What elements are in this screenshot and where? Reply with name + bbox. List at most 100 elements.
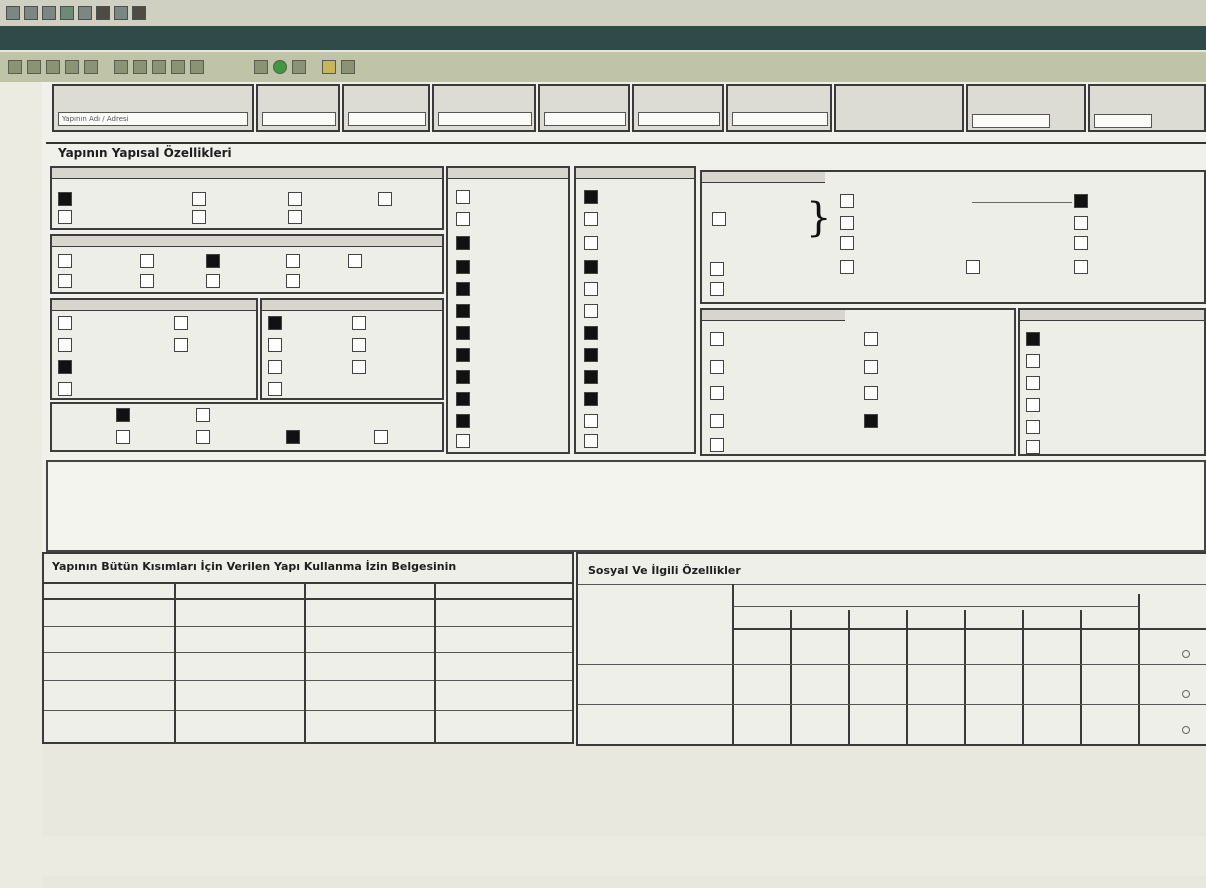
checkbox-7-1[interactable]: [584, 190, 598, 204]
header-value-field-1[interactable]: [262, 112, 336, 126]
checkbox-10-5[interactable]: [1026, 420, 1040, 434]
checkbox-2-2[interactable]: [58, 274, 72, 288]
checkbox-8-1[interactable]: [712, 212, 726, 226]
previous-record-icon[interactable]: [27, 60, 41, 74]
last-record-icon[interactable]: [65, 60, 79, 74]
checkbox-1-4[interactable]: [192, 210, 206, 224]
checkbox-8-6[interactable]: [1074, 216, 1088, 230]
checkbox-7-4[interactable]: [584, 260, 598, 274]
search-icon[interactable]: [322, 60, 336, 74]
checkbox-4-7[interactable]: [352, 360, 366, 374]
checkbox-6-1[interactable]: [456, 190, 470, 204]
exit-icon[interactable]: [132, 6, 146, 20]
checkbox-8-12[interactable]: [1074, 260, 1088, 274]
checkbox-2-4[interactable]: [140, 274, 154, 288]
checkbox-4-4[interactable]: [268, 382, 282, 396]
checkbox-9-3[interactable]: [710, 386, 724, 400]
checkbox-8-3[interactable]: [840, 216, 854, 230]
checkbox-8-7[interactable]: [1074, 236, 1088, 250]
header-value-field-4[interactable]: [544, 112, 626, 126]
checkbox-9-7[interactable]: [864, 360, 878, 374]
checkbox-5-2[interactable]: [116, 430, 130, 444]
checkbox-7-6[interactable]: [584, 304, 598, 318]
checkbox-7-11[interactable]: [584, 414, 598, 428]
checkbox-10-2[interactable]: [1026, 354, 1040, 368]
checkbox-8-4[interactable]: [840, 236, 854, 250]
new-icon[interactable]: [6, 6, 20, 20]
checkbox-4-3[interactable]: [268, 360, 282, 374]
checkbox-6-4[interactable]: [456, 260, 470, 274]
print-icon[interactable]: [60, 6, 74, 20]
checkbox-3-3[interactable]: [58, 360, 72, 374]
checkbox-9-8[interactable]: [864, 386, 878, 400]
info-icon[interactable]: [292, 60, 306, 74]
header-value-field-7[interactable]: [972, 114, 1050, 128]
checkbox-7-10[interactable]: [584, 392, 598, 406]
header-value-field-6[interactable]: [732, 112, 828, 126]
checkbox-4-2[interactable]: [268, 338, 282, 352]
delete-record-icon[interactable]: [114, 60, 128, 74]
checkbox-2-6[interactable]: [206, 274, 220, 288]
radio-row-3[interactable]: [1182, 726, 1190, 734]
checkbox-10-1[interactable]: [1026, 332, 1040, 346]
building-name-field[interactable]: Yapının Adı / Adresi: [58, 112, 248, 126]
checkbox-7-3[interactable]: [584, 236, 598, 250]
checkbox-8-9[interactable]: [710, 282, 724, 296]
checkbox-1-3[interactable]: [192, 192, 206, 206]
refresh-icon[interactable]: [273, 60, 287, 74]
checkbox-9-5[interactable]: [710, 438, 724, 452]
redo-icon[interactable]: [171, 60, 185, 74]
header-value-field-8[interactable]: [1094, 114, 1152, 128]
checkbox-8-10[interactable]: [840, 260, 854, 274]
checkbox-3-6[interactable]: [174, 338, 188, 352]
checkbox-6-9[interactable]: [456, 370, 470, 384]
checkbox-7-5[interactable]: [584, 282, 598, 296]
checkbox-2-5[interactable]: [206, 254, 220, 268]
checkbox-7-2[interactable]: [584, 212, 598, 226]
radio-row-2[interactable]: [1182, 690, 1190, 698]
filter-icon[interactable]: [190, 60, 204, 74]
checkbox-1-1[interactable]: [58, 192, 72, 206]
checkbox-1-6[interactable]: [288, 210, 302, 224]
checkbox-2-7[interactable]: [286, 254, 300, 268]
checkbox-1-5[interactable]: [288, 192, 302, 206]
checkbox-6-6[interactable]: [456, 304, 470, 318]
checkbox-2-8[interactable]: [286, 274, 300, 288]
checkbox-9-6[interactable]: [864, 332, 878, 346]
checkbox-5-4[interactable]: [196, 430, 210, 444]
checkbox-7-12[interactable]: [584, 434, 598, 448]
copy-icon[interactable]: [78, 6, 92, 20]
checkbox-5-5[interactable]: [286, 430, 300, 444]
checkbox-10-6[interactable]: [1026, 440, 1040, 454]
checkbox-5-6[interactable]: [374, 430, 388, 444]
checkbox-10-3[interactable]: [1026, 376, 1040, 390]
checkbox-7-9[interactable]: [584, 370, 598, 384]
checkbox-8-11[interactable]: [966, 260, 980, 274]
radio-row-1[interactable]: [1182, 650, 1190, 658]
checkbox-2-1[interactable]: [58, 254, 72, 268]
open-icon[interactable]: [24, 6, 38, 20]
checkbox-3-4[interactable]: [58, 382, 72, 396]
checkbox-7-8[interactable]: [584, 348, 598, 362]
checkbox-9-2[interactable]: [710, 360, 724, 374]
checkbox-4-6[interactable]: [352, 338, 366, 352]
settings-icon[interactable]: [114, 6, 128, 20]
checkbox-6-10[interactable]: [456, 392, 470, 406]
add-record-icon[interactable]: [84, 60, 98, 74]
checkbox-9-1[interactable]: [710, 332, 724, 346]
undo-icon[interactable]: [152, 60, 166, 74]
checkbox-9-4[interactable]: [710, 414, 724, 428]
edit-record-icon[interactable]: [133, 60, 147, 74]
checkbox-9-9[interactable]: [864, 414, 878, 428]
header-value-field-3[interactable]: [438, 112, 532, 126]
header-value-field-5[interactable]: [638, 112, 720, 126]
checkbox-6-12[interactable]: [456, 434, 470, 448]
checkbox-5-3[interactable]: [196, 408, 210, 422]
checkbox-3-5[interactable]: [174, 316, 188, 330]
checkbox-6-5[interactable]: [456, 282, 470, 296]
checkbox-10-4[interactable]: [1026, 398, 1040, 412]
save-icon[interactable]: [42, 6, 56, 20]
checkbox-4-5[interactable]: [352, 316, 366, 330]
checkbox-8-2[interactable]: [840, 194, 854, 208]
first-record-icon[interactable]: [8, 60, 22, 74]
